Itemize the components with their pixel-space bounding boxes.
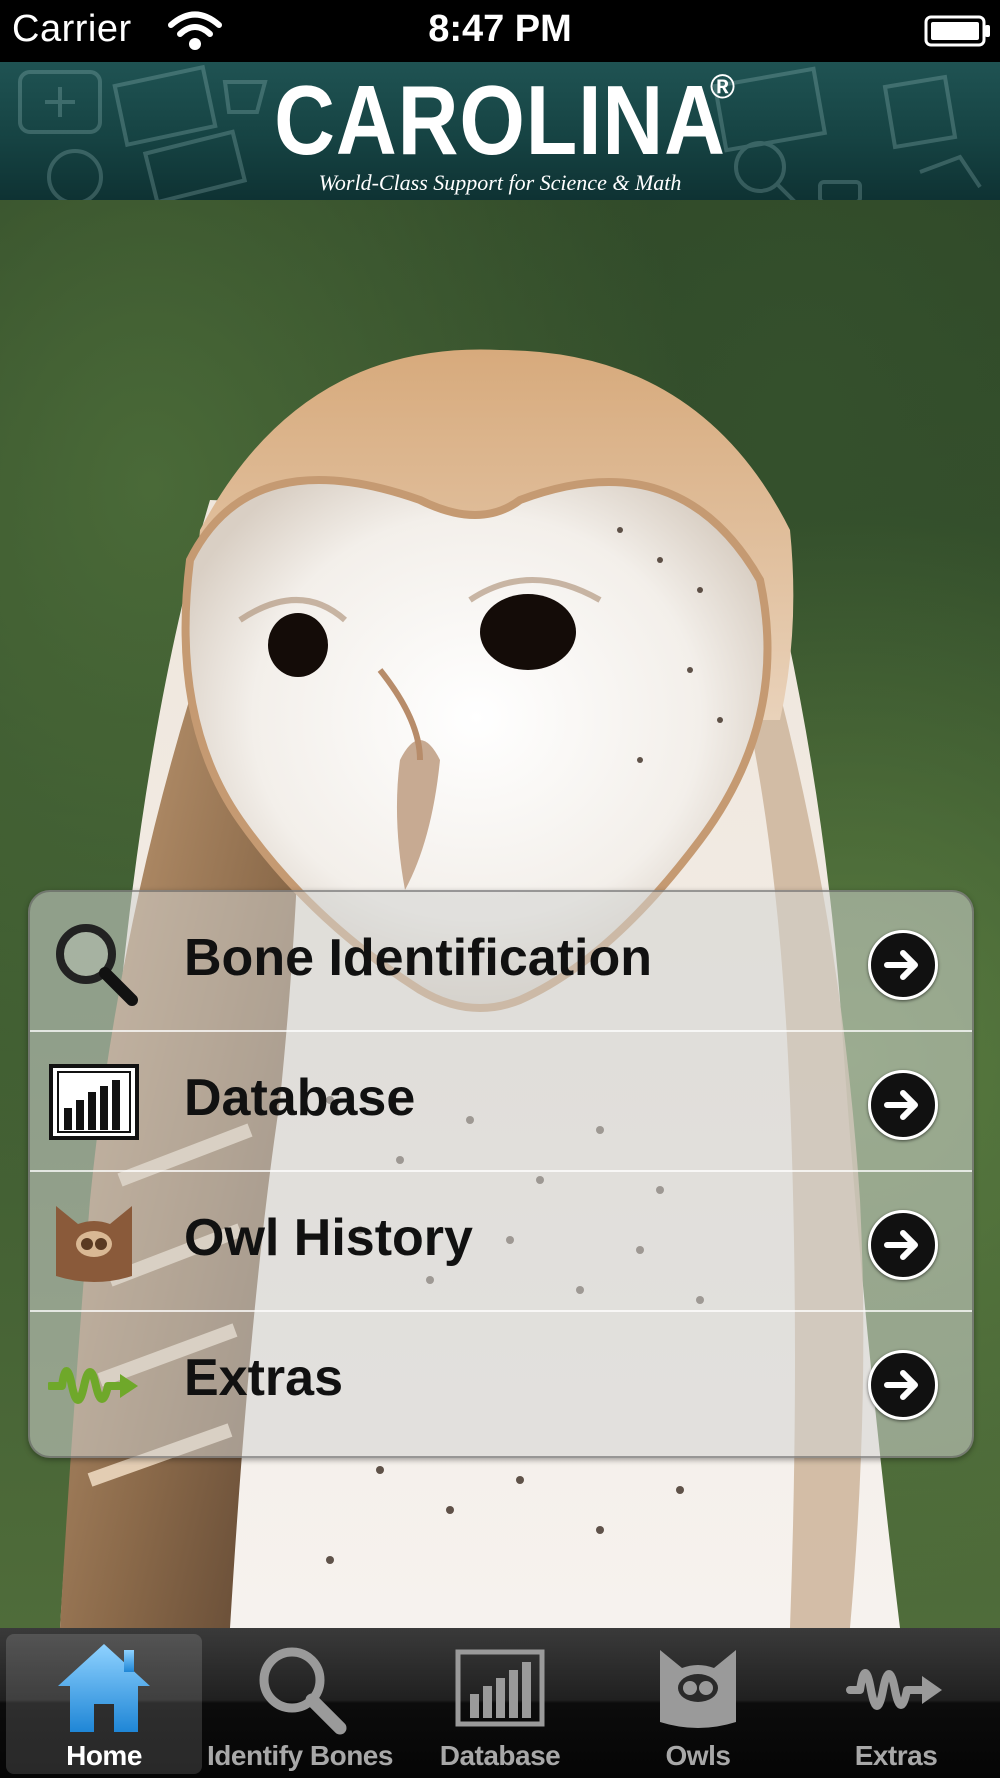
bar-chart-icon — [49, 1064, 139, 1140]
owl-icon — [660, 1650, 736, 1728]
status-time: 8:47 PM — [428, 8, 572, 50]
tab-owls[interactable]: Owls — [600, 1634, 796, 1774]
tab-label: Database — [439, 1740, 561, 1771]
tab-extras[interactable]: Extras — [798, 1634, 994, 1774]
menu-item-extras[interactable]: Extras — [30, 1312, 972, 1450]
chevron-arrow-icon[interactable] — [868, 1070, 938, 1140]
tab-home[interactable]: Home — [6, 1634, 202, 1774]
magnifier-icon — [56, 924, 138, 1006]
menu-item-database[interactable]: Database — [30, 1032, 972, 1172]
tab-database[interactable]: Database — [402, 1634, 598, 1774]
squiggle-arrow-icon — [846, 1669, 942, 1710]
bar-chart-icon — [455, 1649, 545, 1727]
owl-icon — [56, 1206, 132, 1282]
chevron-arrow-icon[interactable] — [868, 1350, 938, 1420]
menu-item-bone-identification[interactable]: Bone Identification — [30, 892, 972, 1032]
menu-item-label: Database — [184, 1069, 416, 1127]
squiggle-arrow-icon — [48, 1367, 138, 1404]
tab-label: Extras — [854, 1740, 938, 1771]
tab-label: Identify Bones — [207, 1740, 393, 1771]
tab-label: Owls — [665, 1740, 731, 1771]
app-header: CAROLINA ® World-Class Support for Scien… — [0, 62, 1000, 202]
menu-item-owl-history[interactable]: Owl History — [30, 1172, 972, 1312]
tab-identify-bones[interactable]: Identify Bones — [202, 1634, 398, 1774]
chevron-arrow-icon[interactable] — [868, 1210, 938, 1280]
tab-bar: Home Identify Bones Database Owls Extras — [0, 1628, 1000, 1778]
main-menu: Bone Identification Database Owl History — [28, 890, 974, 1458]
magnifier-icon — [259, 1647, 347, 1735]
menu-item-label: Owl History — [184, 1209, 473, 1267]
menu-item-label: Bone Identification — [184, 929, 652, 987]
registered-mark: ® — [710, 68, 736, 106]
tab-label: Home — [66, 1740, 142, 1771]
battery-icon — [924, 15, 990, 47]
brand-logo: CAROLINA — [274, 65, 726, 175]
menu-item-label: Extras — [184, 1349, 343, 1407]
status-bar: Carrier 8:47 PM — [0, 0, 1000, 62]
chevron-arrow-icon[interactable] — [868, 930, 938, 1000]
home-icon — [58, 1644, 150, 1732]
brand-tagline: World-Class Support for Science & Math — [318, 170, 682, 195]
